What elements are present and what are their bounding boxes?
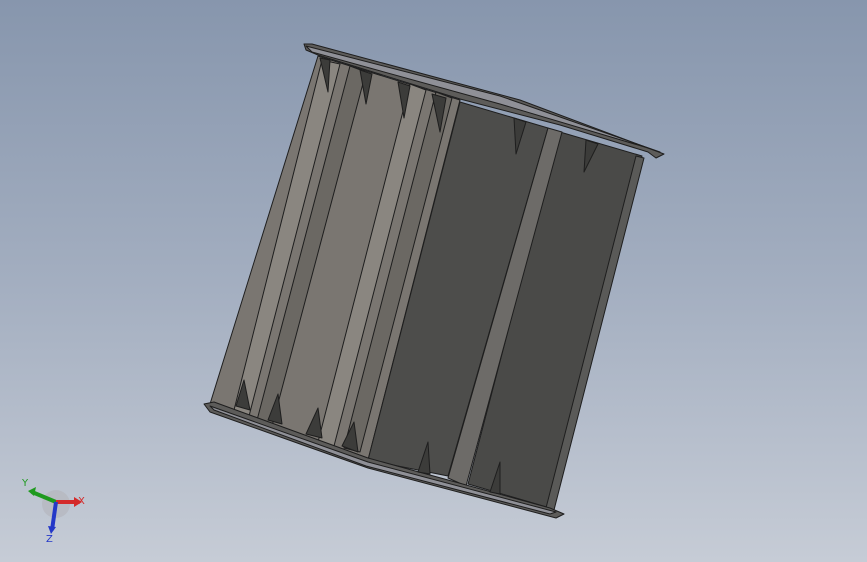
y-axis-label: Y [21, 478, 29, 489]
orientation-triad[interactable]: Y X Z [16, 472, 96, 548]
z-axis-label: Z [46, 534, 53, 545]
graphics-viewport[interactable]: Y X Z [0, 0, 867, 562]
x-axis-label: X [78, 496, 85, 507]
3d-model-duct[interactable] [0, 0, 867, 562]
z-axis-arrowhead [48, 526, 56, 534]
